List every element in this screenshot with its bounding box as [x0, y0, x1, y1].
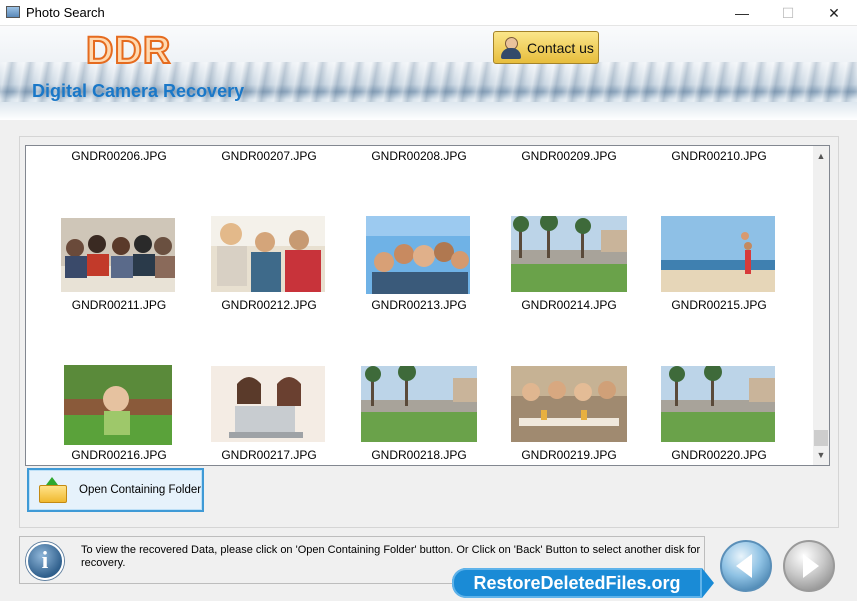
- header-banner: DDR Digital Camera Recovery Contact us: [0, 26, 857, 120]
- file-name: GNDR00220.JPG: [671, 448, 767, 462]
- contact-us-label: Contact us: [527, 39, 594, 56]
- app-icon: [6, 6, 20, 18]
- file-name: GNDR00214.JPG: [521, 298, 617, 312]
- person-icon: [500, 36, 522, 60]
- file-name: GNDR00217.JPG: [221, 448, 317, 462]
- photo-thumbnail[interactable]: [511, 216, 627, 292]
- photo-thumbnail[interactable]: [661, 366, 775, 442]
- ddr-logo: DDR: [85, 29, 172, 73]
- photo-thumbnail[interactable]: [211, 366, 325, 442]
- scroll-up-icon[interactable]: ▲: [813, 148, 829, 164]
- title-bar: Photo Search — ☐ ✕: [0, 0, 857, 26]
- photo-thumbnail[interactable]: [211, 216, 325, 292]
- vertical-scrollbar[interactable]: ▲ ▼: [813, 146, 829, 465]
- info-message: To view the recovered Data, please click…: [81, 544, 701, 569]
- scroll-thumb[interactable]: [814, 430, 828, 446]
- scroll-down-icon[interactable]: ▼: [813, 447, 829, 463]
- close-button[interactable]: ✕: [811, 0, 857, 26]
- open-folder-label: Open Containing Folder: [79, 484, 202, 496]
- file-name: GNDR00213.JPG: [371, 298, 467, 312]
- next-button[interactable]: [783, 540, 835, 592]
- file-name: GNDR00207.JPG: [221, 149, 317, 163]
- contact-us-button[interactable]: Contact us: [493, 31, 599, 64]
- file-name: GNDR00212.JPG: [221, 298, 317, 312]
- photo-thumbnail[interactable]: [511, 366, 627, 442]
- minimize-button[interactable]: —: [719, 0, 765, 26]
- window-title: Photo Search: [26, 5, 105, 20]
- file-name: GNDR00215.JPG: [671, 298, 767, 312]
- file-name: GNDR00208.JPG: [371, 149, 467, 163]
- info-icon: i: [26, 542, 64, 580]
- thumbnail-grid[interactable]: GNDR00206.JPG GNDR00207.JPG GNDR00208.JP…: [25, 145, 830, 466]
- arrow-right-icon: [803, 554, 819, 578]
- open-containing-folder-button[interactable]: Open Containing Folder: [27, 468, 204, 512]
- file-name: GNDR00206.JPG: [71, 149, 167, 163]
- file-name: GNDR00216.JPG: [71, 448, 167, 462]
- file-name: GNDR00209.JPG: [521, 149, 617, 163]
- file-name: GNDR00210.JPG: [671, 149, 767, 163]
- product-subtitle: Digital Camera Recovery: [32, 81, 245, 101]
- back-button[interactable]: [720, 540, 772, 592]
- photo-thumbnail[interactable]: [361, 366, 477, 442]
- photo-thumbnail[interactable]: [366, 216, 470, 294]
- file-name: GNDR00218.JPG: [371, 448, 467, 462]
- watermark-banner: RestoreDeletedFiles.org: [452, 568, 714, 598]
- file-name: GNDR00219.JPG: [521, 448, 617, 462]
- arrow-left-icon: [736, 554, 752, 578]
- photo-thumbnail[interactable]: [661, 216, 775, 292]
- photo-thumbnail[interactable]: [61, 218, 175, 292]
- folder-icon: [39, 477, 67, 503]
- photo-thumbnail[interactable]: [64, 365, 172, 445]
- file-name: GNDR00211.JPG: [71, 298, 167, 312]
- maximize-button[interactable]: ☐: [765, 0, 811, 26]
